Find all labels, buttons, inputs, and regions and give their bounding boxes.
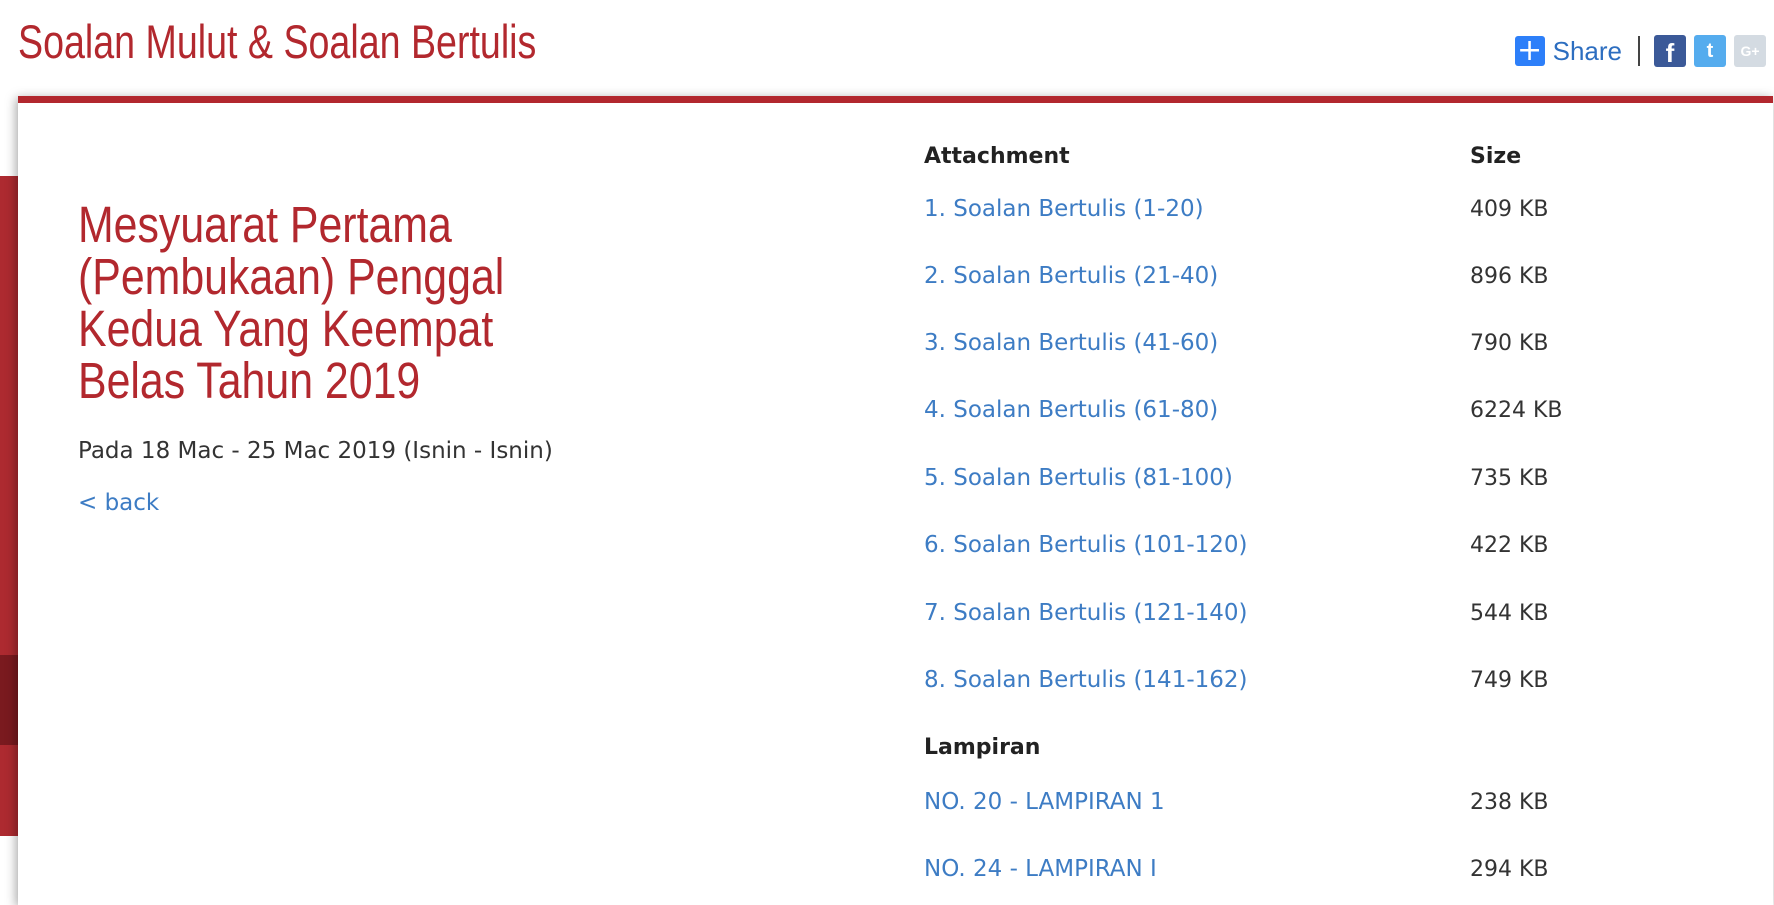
content-card: Mesyuarat Pertama (Pembukaan) Penggal Ke… <box>18 96 1773 905</box>
attachment-size: 409 KB <box>1470 197 1549 222</box>
attachment-size: 544 KB <box>1470 601 1549 626</box>
attachment-link[interactable]: 3. Soalan Bertulis (41-60) <box>924 330 1218 356</box>
attachment-link[interactable]: 2. Soalan Bertulis (21-40) <box>924 263 1218 289</box>
lampiran-size: 294 KB <box>1470 857 1549 882</box>
share-button[interactable]: Share <box>1553 36 1622 67</box>
meeting-date: Pada 18 Mac - 25 Mac 2019 (Isnin - Isnin… <box>78 438 553 464</box>
attachment-link[interactable]: 1. Soalan Bertulis (1-20) <box>924 196 1204 222</box>
attachment-link[interactable]: 7. Soalan Bertulis (121-140) <box>924 600 1248 626</box>
share-divider <box>1638 36 1640 66</box>
attachment-link[interactable]: 5. Soalan Bertulis (81-100) <box>924 465 1233 491</box>
attachment-size: 790 KB <box>1470 331 1549 356</box>
lampiran-size: 238 KB <box>1470 790 1549 815</box>
attachment-size: 422 KB <box>1470 533 1549 558</box>
page-title: Soalan Mulut & Soalan Bertulis <box>18 15 537 68</box>
google-plus-icon[interactable]: G+ <box>1734 35 1766 67</box>
attachment-size: 6224 KB <box>1470 398 1563 423</box>
attachment-size: 749 KB <box>1470 668 1549 693</box>
share-bar: + Share f t G+ <box>1514 35 1766 68</box>
left-accent-strip-dark <box>0 655 18 745</box>
attachment-link[interactable]: 8. Soalan Bertulis (141-162) <box>924 667 1248 693</box>
page-header: Soalan Mulut & Soalan Bertulis + Share f… <box>0 0 1774 100</box>
attachment-link[interactable]: 6. Soalan Bertulis (101-120) <box>924 532 1248 558</box>
twitter-icon[interactable]: t <box>1694 35 1726 67</box>
attachment-link[interactable]: 4. Soalan Bertulis (61-80) <box>924 397 1218 423</box>
lampiran-link[interactable]: NO. 24 - LAMPIRAN I <box>924 856 1157 882</box>
lampiran-header: Lampiran <box>924 735 1041 760</box>
attachment-size: 735 KB <box>1470 466 1549 491</box>
share-plus-icon[interactable]: + <box>1514 36 1545 66</box>
attachment-size: 896 KB <box>1470 264 1549 289</box>
lampiran-link[interactable]: NO. 20 - LAMPIRAN 1 <box>924 789 1165 815</box>
attachment-column-header: Attachment <box>924 144 1070 169</box>
size-column-header: Size <box>1470 144 1522 169</box>
facebook-icon[interactable]: f <box>1654 35 1686 68</box>
back-link[interactable]: < back <box>78 490 159 516</box>
meeting-title: Mesyuarat Pertama (Pembukaan) Penggal Ke… <box>78 196 505 409</box>
